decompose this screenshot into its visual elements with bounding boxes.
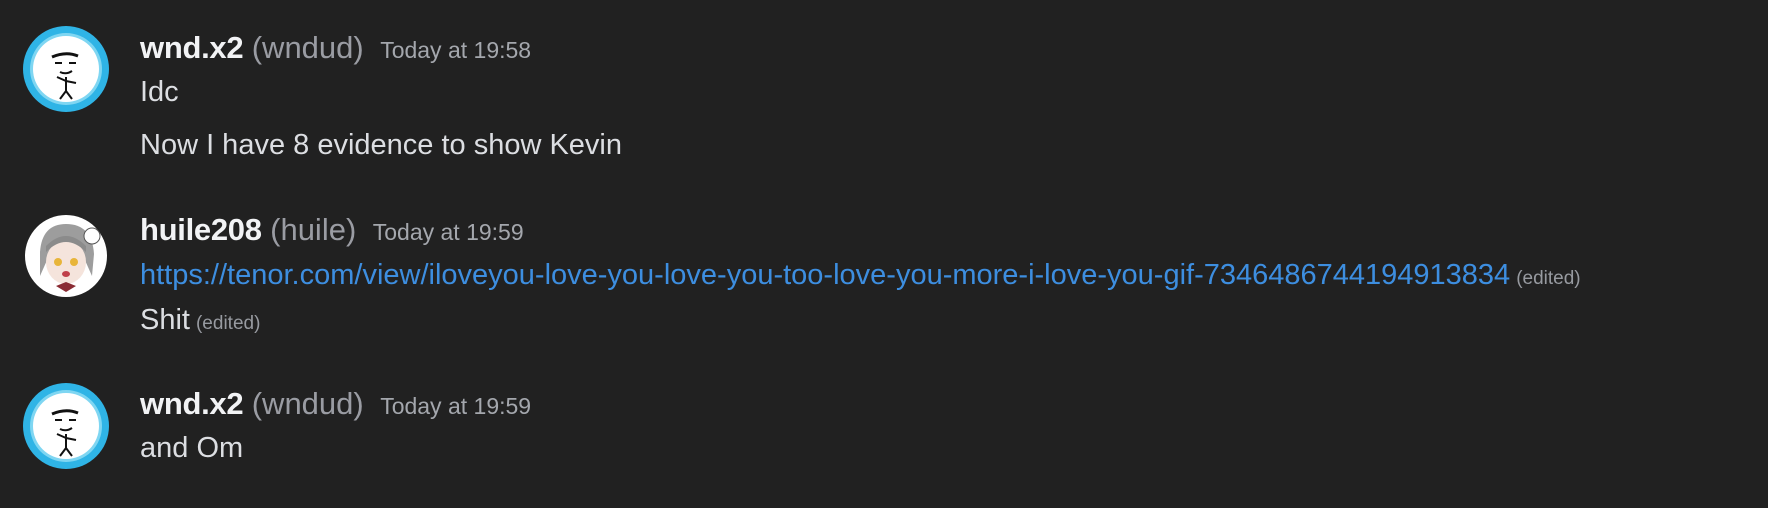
message-line: Idc	[140, 76, 179, 109]
edited-label: (edited)	[195, 313, 261, 334]
chat-messages: wnd.x2 (wndud) Today at 19:58 Idc Now I …	[0, 0, 1768, 508]
display-name[interactable]: wnd.x2	[140, 30, 244, 65]
message-header: huile208 (huile) Today at 19:59	[140, 212, 524, 248]
username: (wndud)	[251, 386, 364, 421]
display-name[interactable]: wnd.x2	[140, 386, 244, 421]
edited-label: (edited)	[1516, 268, 1581, 289]
avatar[interactable]	[22, 382, 110, 470]
message-text: Shit	[140, 304, 190, 336]
username: (huile)	[270, 212, 357, 247]
message-line: Now I have 8 evidence to show Kevin	[140, 129, 622, 162]
message-text: Idc	[140, 76, 179, 108]
message-header: wnd.x2 (wndud) Today at 19:59	[140, 386, 531, 422]
avatar[interactable]	[22, 25, 110, 113]
avatar-stickman-icon	[23, 383, 109, 469]
avatar[interactable]	[22, 212, 110, 300]
message-header: wnd.x2 (wndud) Today at 19:58	[140, 30, 531, 66]
message-line: Shit (edited)	[140, 304, 260, 337]
avatar-stickman-icon	[23, 26, 109, 112]
username: (wndud)	[251, 30, 364, 65]
message-text: Now I have 8 evidence to show Kevin	[140, 129, 622, 161]
timestamp[interactable]: Today at 19:59	[380, 393, 531, 419]
message-text: and Om	[140, 432, 244, 464]
avatar-anime-girl-icon	[25, 215, 107, 297]
timestamp[interactable]: Today at 19:59	[373, 219, 524, 245]
message-line: and Om	[140, 432, 243, 465]
timestamp[interactable]: Today at 19:58	[380, 37, 531, 63]
display-name[interactable]: huile208	[140, 212, 262, 247]
message-line: https://tenor.com/view/iloveyou-love-you…	[140, 259, 1581, 292]
tenor-link[interactable]: https://tenor.com/view/iloveyou-love-you…	[140, 259, 1510, 291]
